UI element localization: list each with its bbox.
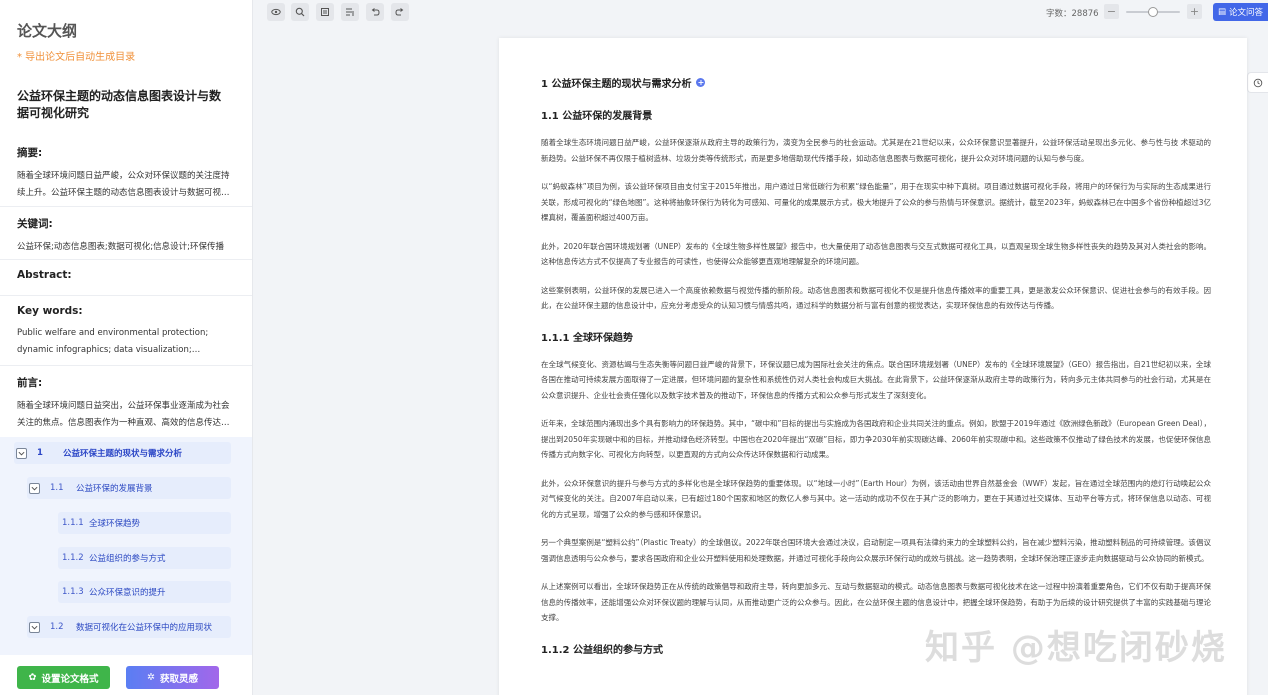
outline-sidebar: 论文大纲 * 导出论文后自动生成目录 公益环保主题的动态信息图表设计与数据可视化… xyxy=(0,0,253,695)
toc-num: 1.1 xyxy=(50,483,64,493)
get-inspiration-label: 获取灵感 xyxy=(159,673,198,685)
toc-item-1-1-3[interactable]: 1.1.3 公众环保意识的提升 xyxy=(58,581,231,603)
toc-item-1-1-1[interactable]: 1.1.1 全球环保趋势 xyxy=(58,512,231,534)
toc-num: 1.1.2 xyxy=(62,553,84,563)
paper-qa-button[interactable]: ▤ 论文问答 xyxy=(1213,3,1268,21)
sparkle-icon: ✲ xyxy=(147,672,155,683)
redo-button[interactable] xyxy=(391,3,409,21)
preface-label: 前言: xyxy=(17,377,43,389)
paragraph[interactable]: 另一个典型案例是“塑料公约”（Plastic Treaty）的全球倡议。2022… xyxy=(541,535,1211,566)
gear-icon: ✿ xyxy=(28,672,37,683)
watermark: 知乎 @想吃闭砂烧 xyxy=(925,628,1227,668)
paragraph[interactable]: 近年来，全球范围内涌现出多个具有影响力的环保趋势。其中，“碳中和”目标的提出与实… xyxy=(541,416,1211,463)
toc-label: 公众环保意识的提升 xyxy=(89,588,166,598)
keywords-section[interactable]: 关键词: 公益环保;动态信息图表;数据可视化;信息设计;环保传播 xyxy=(0,216,252,256)
preview-button[interactable] xyxy=(267,3,285,21)
heading-1: 1 公益环保主题的现状与需求分析 + xyxy=(541,75,1211,90)
redo-icon xyxy=(395,8,404,16)
toc-num: 1.2 xyxy=(50,622,64,632)
abstract-section[interactable]: 摘要: 随着全球环境问题日益严峻，公众对环保议题的关注度持续上升。公益环保主题的… xyxy=(0,145,252,202)
toc-label: 全球环保趋势 xyxy=(89,519,141,529)
paragraph[interactable]: 从上述案例可以看出，全球环保趋势正在从传统的政策倡导和政府主导，转向更加多元、互… xyxy=(541,579,1211,626)
document-page[interactable]: 1 公益环保主题的现状与需求分析 + 1.1 公益环保的发展背景 随着全球生态环… xyxy=(499,38,1247,695)
sidebar-title: 论文大纲 xyxy=(17,22,78,40)
history-button[interactable] xyxy=(1247,72,1268,93)
toc-label: 数据可视化在公益环保中的应用现状 xyxy=(76,623,213,633)
eye-icon xyxy=(271,8,281,16)
toc-hint: * 导出论文后自动生成目录 xyxy=(17,52,136,63)
format-settings-label: 设置论文格式 xyxy=(41,673,99,685)
heading-1-1: 1.1 公益环保的发展背景 xyxy=(541,111,653,122)
divider xyxy=(0,295,252,296)
abstract-en-section[interactable]: Abstract: xyxy=(0,269,252,281)
abstract-en-label: Abstract: xyxy=(17,269,72,281)
divider xyxy=(0,365,252,366)
search-icon xyxy=(295,7,305,17)
find-button[interactable] xyxy=(291,3,309,21)
zoom-slider-thumb[interactable] xyxy=(1148,7,1158,17)
format-settings-button[interactable]: ✿ 设置论文格式 xyxy=(17,666,110,689)
toc-item-1-2[interactable]: 1.2 数据可视化在公益环保中的应用现状 xyxy=(27,616,231,638)
toc-tree: 1 公益环保主题的现状与需求分析 1.1 公益环保的发展背景 1.1.1 全球环… xyxy=(0,437,252,655)
toc-num: 1 xyxy=(37,448,43,458)
outline-button[interactable] xyxy=(341,3,359,21)
format-button[interactable] xyxy=(316,3,334,21)
paragraph[interactable]: 在全球气候变化、资源枯竭与生态失衡等问题日益严峻的背景下，环保议题已成为国际社会… xyxy=(541,357,1211,404)
keywords-preview: 公益环保;动态信息图表;数据可视化;信息设计;环保传播 xyxy=(17,242,224,252)
paper-title[interactable]: 公益环保主题的动态信息图表设计与数据可视化研究 xyxy=(17,88,232,122)
paragraph[interactable]: 以“蚂蚁森林”项目为例，该公益环保项目由支付宝于2015年推出，用户通过日常低碳… xyxy=(541,179,1211,226)
paragraph[interactable]: 此外，2020年联合国环境规划署（UNEP）发布的《全球生物多样性展望》报告中，… xyxy=(541,239,1211,270)
undo-button[interactable] xyxy=(366,3,384,21)
paragraph[interactable]: 随着全球生态环境问题日益严峻，公益环保逐渐从政府主导的政策行为，演变为全民参与的… xyxy=(541,135,1211,166)
toc-num: 1.1.3 xyxy=(62,587,84,597)
chevron-down-icon[interactable] xyxy=(29,482,40,494)
zoom-in-button[interactable]: + xyxy=(1187,4,1202,19)
toc-num: 1.1.1 xyxy=(62,518,84,528)
toc-item-1-1-2[interactable]: 1.1.2 公益组织的参与方式 xyxy=(58,547,231,569)
history-icon xyxy=(1253,78,1263,87)
chevron-down-icon[interactable] xyxy=(16,447,27,459)
get-inspiration-button[interactable]: ✲ 获取灵感 xyxy=(126,666,219,689)
toc-label: 公益组织的参与方式 xyxy=(89,554,166,564)
divider xyxy=(0,206,252,207)
abstract-preview: 随着全球环境问题日益严峻，公众对环保议题的关注度持续上升。公益环保主题的动态信息… xyxy=(17,171,230,198)
heading-1-text: 1 公益环保主题的现状与需求分析 xyxy=(541,79,692,90)
word-count: 字数：28876 xyxy=(1046,9,1099,19)
heading-1-1-1: 1.1.1 全球环保趋势 xyxy=(541,332,633,344)
keywords-en-section[interactable]: Key words: Public welfare and environmen… xyxy=(0,305,252,359)
toc-item-1[interactable]: 1 公益环保主题的现状与需求分析 xyxy=(14,442,231,464)
keywords-en-label: Key words: xyxy=(17,305,83,317)
abstract-label: 摘要: xyxy=(17,147,43,159)
keywords-label: 关键词: xyxy=(17,218,53,230)
chevron-down-icon[interactable] xyxy=(29,621,40,633)
preface-preview: 随着全球环境问题日益突出，公益环保事业逐渐成为社会关注的焦点。信息图表作为一种直… xyxy=(17,401,230,428)
preface-section[interactable]: 前言: 随着全球环境问题日益突出，公益环保事业逐渐成为社会关注的焦点。信息图表作… xyxy=(0,375,252,432)
keywords-en-preview: Public welfare and environmental protect… xyxy=(17,328,209,355)
document-icon: ▤ xyxy=(1217,7,1226,17)
toc-label: 公益环保主题的现状与需求分析 xyxy=(63,449,183,459)
paragraph[interactable]: 此外，公众环保意识的提升与参与方式的多样化也是全球环保趋势的重要体现。以“地球一… xyxy=(541,476,1211,523)
paragraph[interactable]: 这些案例表明，公益环保的发展已进入一个高度依赖数据与视觉传播的新阶段。动态信息图… xyxy=(541,283,1211,314)
undo-icon xyxy=(371,8,380,16)
outline-icon xyxy=(346,8,354,16)
add-icon[interactable]: + xyxy=(696,78,706,87)
list-icon xyxy=(321,8,329,16)
paper-qa-label: 论文问答 xyxy=(1229,8,1264,18)
toc-label: 公益环保的发展背景 xyxy=(76,484,153,494)
zoom-out-button[interactable]: − xyxy=(1104,4,1119,19)
toc-item-1-1[interactable]: 1.1 公益环保的发展背景 xyxy=(27,477,231,499)
divider xyxy=(0,259,252,260)
document-content[interactable]: 1 公益环保主题的现状与需求分析 + 1.1 公益环保的发展背景 随着全球生态环… xyxy=(541,75,1211,656)
